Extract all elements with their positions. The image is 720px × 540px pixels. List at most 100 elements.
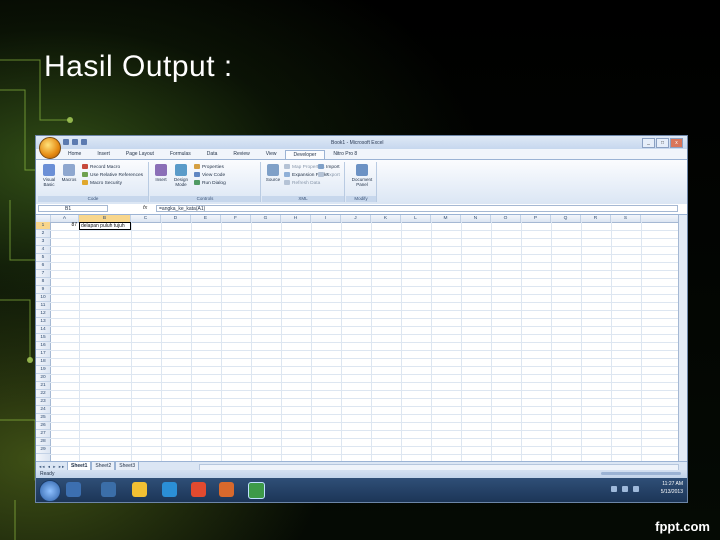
column-header[interactable]: K <box>371 215 401 222</box>
media-player-icon[interactable] <box>101 482 116 497</box>
close-button[interactable]: x <box>670 138 683 148</box>
row-header[interactable]: 6 <box>36 262 50 270</box>
row-header[interactable]: 2 <box>36 230 50 238</box>
column-header[interactable]: L <box>401 215 431 222</box>
row-header[interactable]: 13 <box>36 318 50 326</box>
row-header[interactable]: 16 <box>36 342 50 350</box>
tab-insert[interactable]: Insert <box>89 150 118 159</box>
import-button[interactable]: Import <box>318 164 340 171</box>
worksheet-grid[interactable]: ABCDEFGHIJKLMNOPQRS 1 2 3 4 5 6 7 8 9 10 11 12 13 14 1… <box>36 215 679 461</box>
refresh-data-button[interactable]: Refresh Data <box>284 180 320 187</box>
column-header[interactable]: N <box>461 215 491 222</box>
row-header[interactable]: 21 <box>36 382 50 390</box>
zoom-slider[interactable] <box>601 472 681 475</box>
insert-control-button[interactable]: Insert <box>152 164 170 182</box>
formula-input[interactable]: =angka_ke_kata(A1) <box>156 205 678 212</box>
fx-icon[interactable]: fx <box>143 205 147 211</box>
column-header[interactable]: R <box>581 215 611 222</box>
row-header[interactable]: 20 <box>36 374 50 382</box>
start-button[interactable] <box>39 480 61 502</box>
row-header[interactable]: 18 <box>36 358 50 366</box>
row-header[interactable]: 17 <box>36 350 50 358</box>
vertical-scrollbar[interactable] <box>678 215 687 461</box>
row-header[interactable]: 4 <box>36 246 50 254</box>
export-button[interactable]: Export <box>318 172 340 179</box>
skype-icon[interactable] <box>162 482 177 497</box>
row-header[interactable]: 11 <box>36 302 50 310</box>
column-header[interactable]: D <box>161 215 191 222</box>
cell-a1[interactable]: 87 <box>51 222 79 230</box>
row-header[interactable]: 9 <box>36 286 50 294</box>
clock[interactable]: 11:27 AM 5/13/2013 <box>661 480 683 496</box>
column-header[interactable]: B <box>79 215 131 222</box>
chrome-icon[interactable] <box>191 482 206 497</box>
column-header[interactable]: H <box>281 215 311 222</box>
tab-page-layout[interactable]: Page Layout <box>118 150 162 159</box>
column-header[interactable]: A <box>51 215 79 222</box>
row-header[interactable]: 25 <box>36 414 50 422</box>
record-macro-button[interactable]: Record Macro <box>82 164 120 171</box>
row-header[interactable]: 3 <box>36 238 50 246</box>
tab-home[interactable]: Home <box>60 150 89 159</box>
quick-access-toolbar[interactable] <box>63 139 87 145</box>
row-header[interactable]: 26 <box>36 422 50 430</box>
explorer-icon[interactable] <box>66 482 81 497</box>
source-button[interactable]: Source <box>264 164 282 182</box>
row-header[interactable]: 24 <box>36 406 50 414</box>
tab-view[interactable]: View <box>258 150 285 159</box>
office-button[interactable] <box>39 137 61 159</box>
row-header[interactable]: 8 <box>36 278 50 286</box>
column-header[interactable]: P <box>521 215 551 222</box>
row-header[interactable]: 12 <box>36 310 50 318</box>
row-header[interactable]: 1 <box>36 222 50 230</box>
save-icon[interactable] <box>63 139 69 145</box>
column-header[interactable]: E <box>191 215 221 222</box>
row-header[interactable]: 23 <box>36 398 50 406</box>
row-header[interactable]: 10 <box>36 294 50 302</box>
row-header[interactable]: 29 <box>36 446 50 454</box>
minimize-button[interactable]: _ <box>642 138 655 148</box>
column-header[interactable]: I <box>311 215 341 222</box>
sheet-nav-buttons[interactable]: ◂◂ ◂ ▸ ▸▸ <box>39 463 65 470</box>
row-header[interactable]: 14 <box>36 326 50 334</box>
maximize-button[interactable]: □ <box>656 138 669 148</box>
tab-developer[interactable]: Developer <box>284 150 326 159</box>
tab-nitro-pro[interactable]: Nitro Pro 8 <box>325 150 365 159</box>
visual-basic-button[interactable]: Visual Basic <box>40 164 58 187</box>
view-code-button[interactable]: View Code <box>194 172 225 179</box>
system-tray-icons[interactable] <box>611 486 639 492</box>
row-header[interactable]: 5 <box>36 254 50 262</box>
design-mode-button[interactable]: Design Mode <box>172 164 190 187</box>
column-header[interactable]: O <box>491 215 521 222</box>
row-header[interactable]: 22 <box>36 390 50 398</box>
row-header[interactable]: 15 <box>36 334 50 342</box>
row-header[interactable]: 7 <box>36 270 50 278</box>
row-header[interactable]: 19 <box>36 366 50 374</box>
column-header[interactable]: C <box>131 215 161 222</box>
winamp-icon[interactable] <box>132 482 147 497</box>
document-panel-button[interactable]: Document Panel <box>351 164 373 187</box>
powerpoint-icon[interactable] <box>219 482 234 497</box>
tab-review[interactable]: Review <box>225 150 257 159</box>
select-all-corner[interactable] <box>36 215 51 222</box>
relative-references-button[interactable]: Use Relative References <box>82 172 143 179</box>
tab-data[interactable]: Data <box>199 150 226 159</box>
tab-formulas[interactable]: Formulas <box>162 150 199 159</box>
properties-button[interactable]: Properties <box>194 164 224 171</box>
cell-b1[interactable]: delapan puluh tujuh <box>79 222 131 230</box>
macros-button[interactable]: Macros <box>60 164 78 182</box>
column-header[interactable]: J <box>341 215 371 222</box>
undo-icon[interactable] <box>72 139 78 145</box>
row-header[interactable]: 27 <box>36 430 50 438</box>
column-header[interactable]: S <box>611 215 641 222</box>
column-header[interactable]: Q <box>551 215 581 222</box>
column-header[interactable]: M <box>431 215 461 222</box>
macro-security-button[interactable]: Macro Security <box>82 180 122 187</box>
excel-icon[interactable] <box>248 482 265 499</box>
row-header[interactable]: 28 <box>36 438 50 446</box>
name-box[interactable]: B1 <box>38 205 108 212</box>
run-dialog-button[interactable]: Run Dialog <box>194 180 226 187</box>
column-header[interactable]: F <box>221 215 251 222</box>
redo-icon[interactable] <box>81 139 87 145</box>
column-header[interactable]: G <box>251 215 281 222</box>
